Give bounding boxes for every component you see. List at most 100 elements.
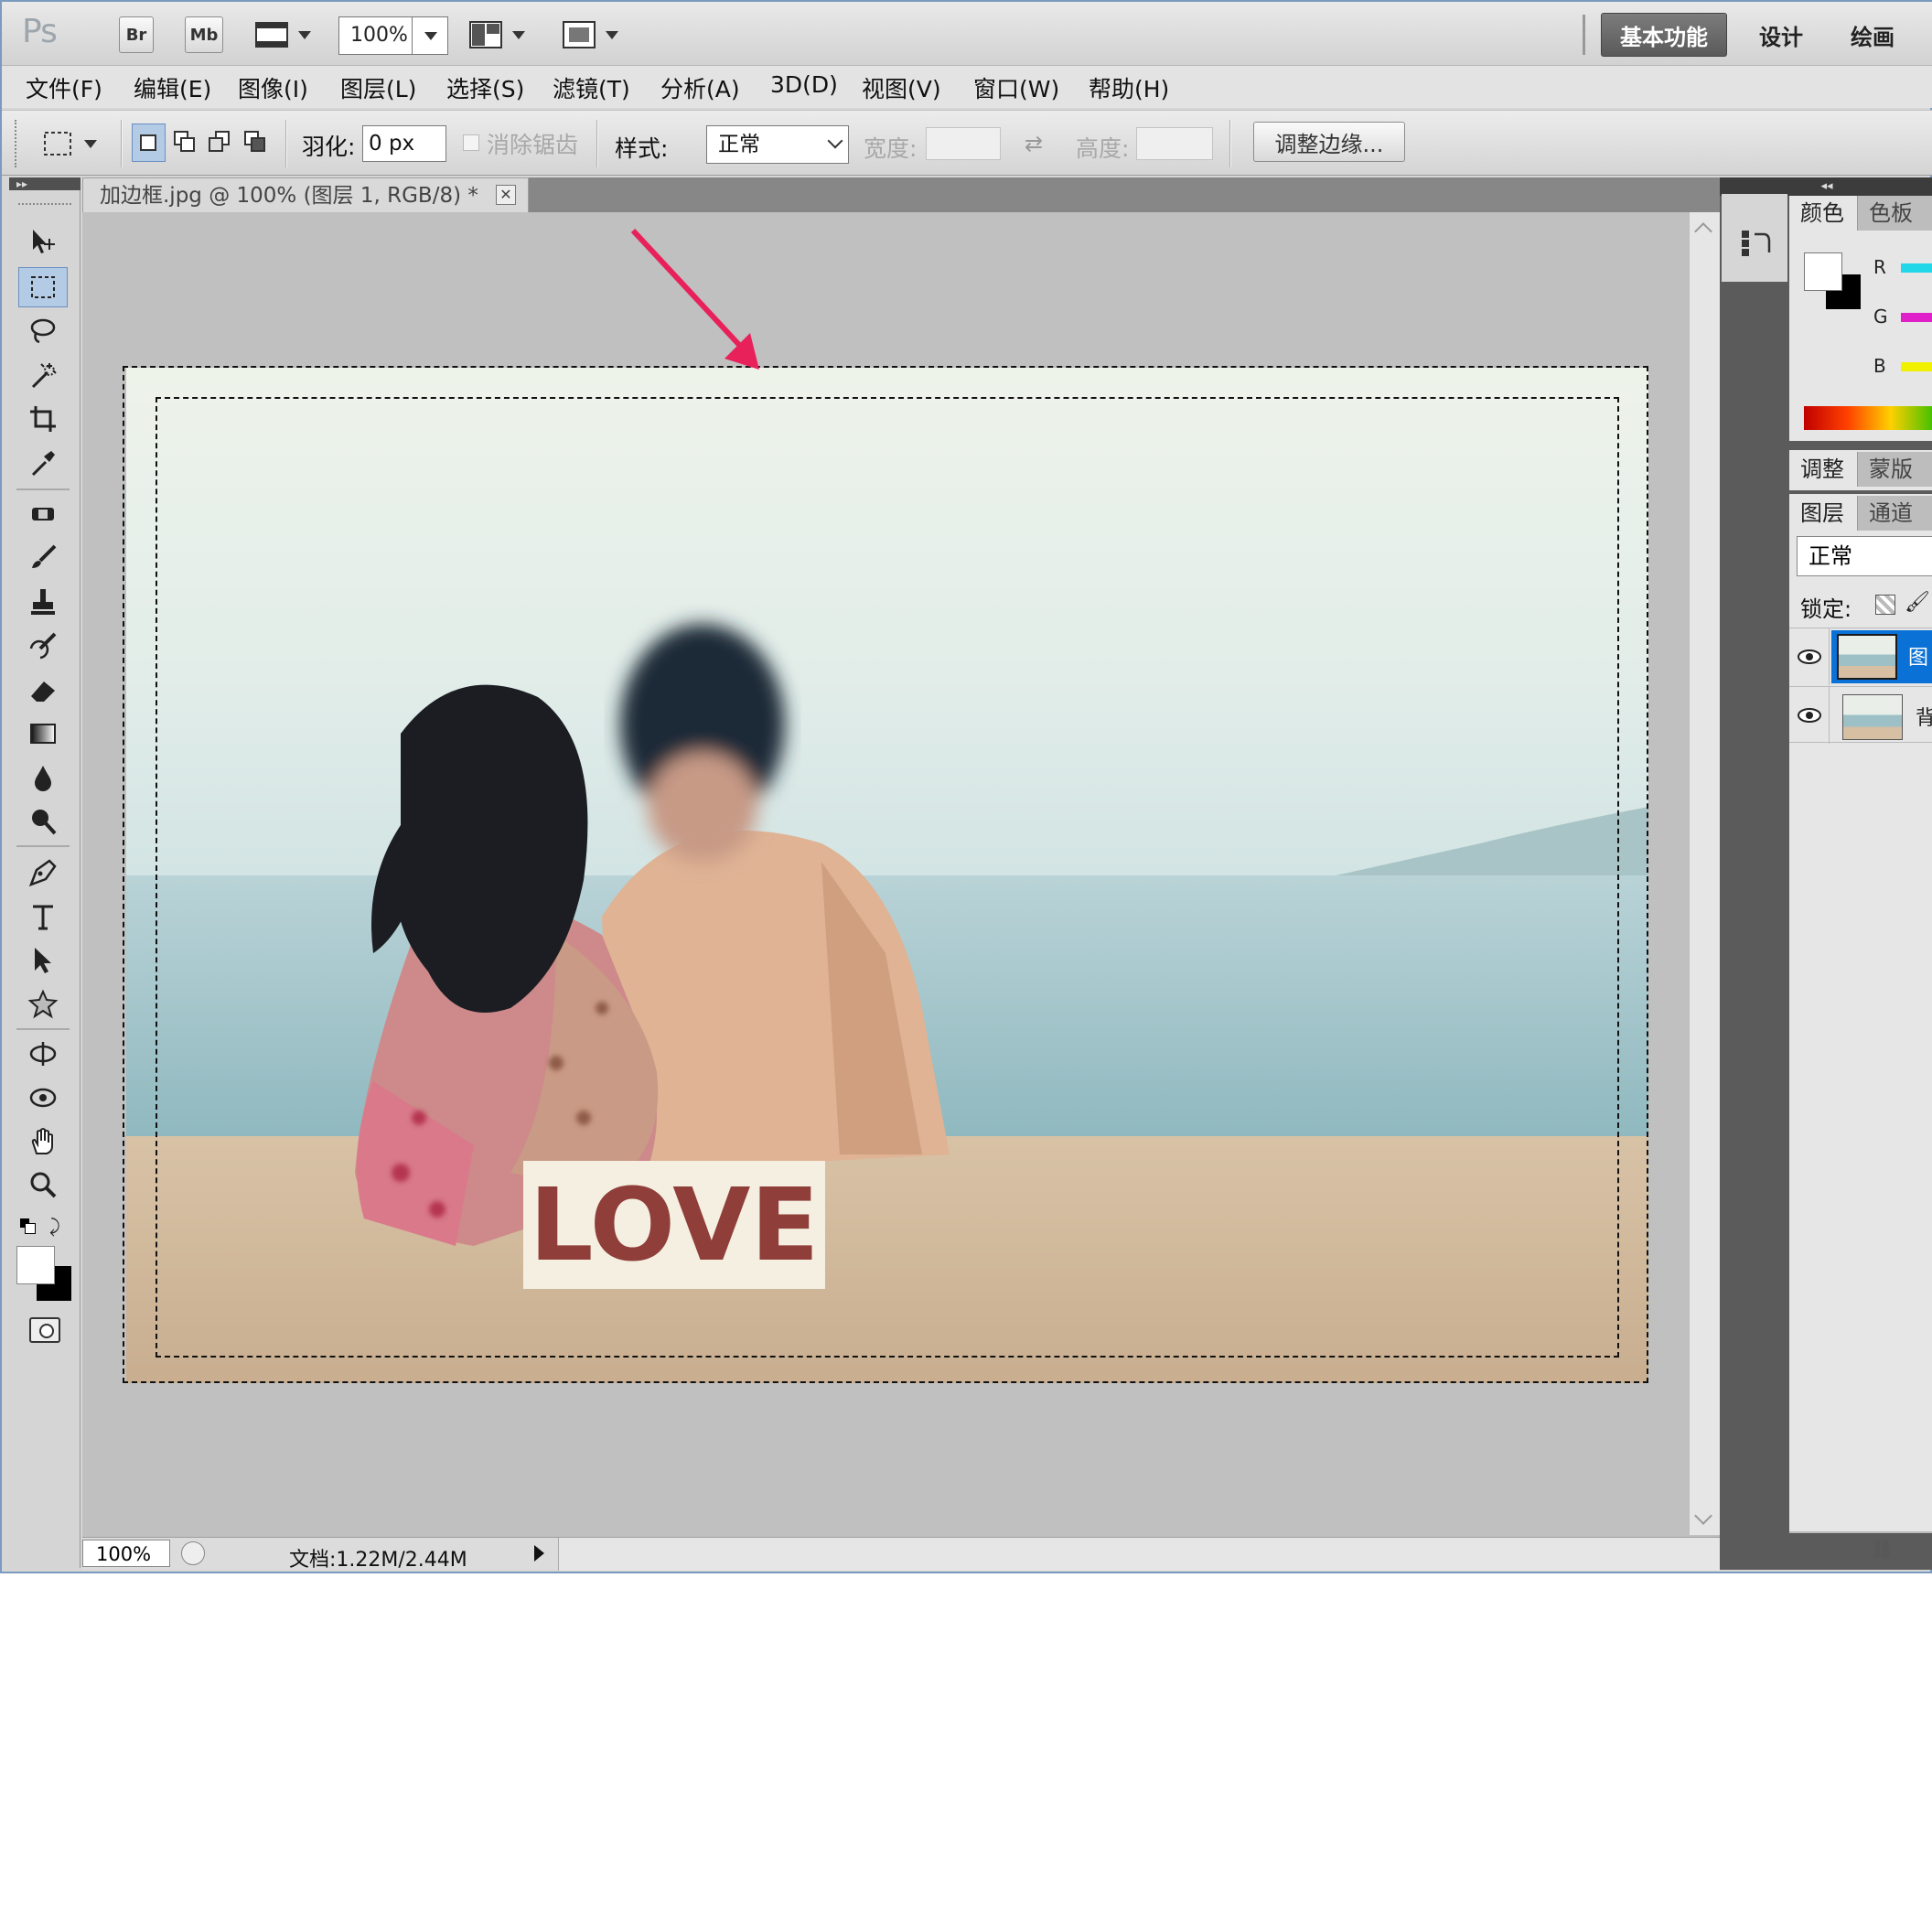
divider: [285, 120, 287, 167]
menu-layer[interactable]: 图层(L): [340, 71, 416, 104]
move-tool[interactable]: [18, 221, 68, 262]
green-slider[interactable]: [1901, 313, 1932, 322]
layer-row[interactable]: 背: [1789, 686, 1932, 744]
eraser-tool[interactable]: [18, 670, 68, 710]
menu-window[interactable]: 窗口(W): [973, 71, 1059, 104]
scroll-up-icon[interactable]: [1694, 222, 1712, 241]
workspace-essentials[interactable]: 基本功能: [1601, 13, 1727, 57]
history-icon[interactable]: [1740, 227, 1771, 258]
custom-shape-tool[interactable]: [18, 984, 68, 1025]
menu-view[interactable]: 视图(V): [862, 71, 941, 104]
close-icon[interactable]: ✕: [496, 185, 516, 205]
status-clock-icon[interactable]: [181, 1541, 205, 1565]
lasso-tool[interactable]: [18, 311, 68, 351]
arrange-documents-button[interactable]: [468, 16, 532, 53]
scroll-down-icon[interactable]: [1694, 1507, 1712, 1525]
path-selection-tool[interactable]: [18, 940, 68, 981]
antialias-checkbox[interactable]: [463, 134, 479, 151]
new-selection-button[interactable]: [132, 123, 166, 162]
tools-collapse-icon[interactable]: ▸▸: [9, 177, 80, 190]
view-extras-button[interactable]: [254, 16, 318, 53]
gradient-tool[interactable]: [18, 714, 68, 754]
refine-edge-button[interactable]: 调整边缘...: [1253, 122, 1405, 162]
layers-panel: 图层 通道 正常 锁定: 🖌 图 背 ⛓: [1789, 494, 1932, 1561]
history-brush-tool[interactable]: [18, 626, 68, 666]
workspace-design[interactable]: 设计: [1740, 13, 1822, 57]
tab-channels[interactable]: 通道: [1857, 496, 1932, 531]
blue-slider[interactable]: [1901, 362, 1932, 371]
screen-mode-button[interactable]: [562, 16, 626, 53]
drop-icon: [35, 766, 51, 791]
default-colors-icon[interactable]: [20, 1218, 36, 1234]
lock-transparency-icon[interactable]: [1875, 595, 1895, 615]
workspace-painting[interactable]: 绘画: [1831, 13, 1914, 57]
menu-image[interactable]: 图像(I): [238, 71, 308, 104]
green-label: G: [1873, 306, 1888, 327]
menu-filter[interactable]: 滤镜(T): [553, 71, 630, 104]
screen-mode-icon: [563, 21, 596, 48]
clone-stamp-tool[interactable]: [18, 582, 68, 622]
divider: [1229, 120, 1231, 167]
foreground-color-swatch[interactable]: [16, 1246, 55, 1284]
bridge-button[interactable]: Br: [119, 16, 154, 53]
tab-adjustments[interactable]: 调整: [1789, 452, 1857, 487]
status-zoom-field[interactable]: 100%: [82, 1540, 170, 1567]
style-select[interactable]: 正常: [706, 125, 849, 164]
document-tab[interactable]: 加边框.jpg @ 100% (图层 1, RGB/8) *: [82, 177, 529, 212]
vertical-scrollbar[interactable]: [1689, 212, 1720, 1535]
brush-tool[interactable]: [18, 538, 68, 578]
tab-layers[interactable]: 图层: [1789, 496, 1857, 531]
chevron-down-icon: [84, 139, 97, 148]
horizontal-scrollbar[interactable]: [558, 1538, 1720, 1571]
menu-3d[interactable]: 3D(D): [770, 71, 838, 98]
swap-colors-icon[interactable]: ⤸: [49, 1215, 60, 1237]
new-selection-icon: [140, 134, 157, 151]
add-selection-button[interactable]: [169, 123, 201, 160]
divider: [16, 1028, 70, 1030]
healing-brush-tool[interactable]: [18, 494, 68, 534]
quick-selection-tool[interactable]: [18, 355, 68, 395]
menu-help[interactable]: 帮助(H): [1089, 71, 1169, 104]
feather-input[interactable]: 0 px: [362, 125, 446, 162]
subtract-selection-button[interactable]: [204, 123, 236, 160]
menu-file[interactable]: 文件(F): [26, 71, 102, 104]
visibility-eye-icon[interactable]: [1789, 628, 1830, 685]
layer-row[interactable]: 图: [1789, 628, 1932, 685]
tab-color[interactable]: 颜色: [1789, 196, 1857, 231]
quick-mask-button[interactable]: [29, 1317, 60, 1343]
swap-icon[interactable]: ⇄: [1025, 131, 1043, 156]
tool-preset-picker[interactable]: [42, 123, 112, 164]
link-layers-icon[interactable]: ⛓: [1870, 1539, 1893, 1561]
height-input[interactable]: [1136, 127, 1213, 160]
color-fg-swatch[interactable]: [1804, 252, 1842, 291]
type-tool[interactable]: [18, 896, 68, 937]
status-menu-arrow-icon[interactable]: [534, 1541, 553, 1565]
menu-select[interactable]: 选择(S): [446, 71, 524, 104]
lock-pixels-brush-icon[interactable]: 🖌: [1905, 591, 1930, 614]
eyedropper-tool[interactable]: [18, 443, 68, 483]
blur-tool[interactable]: [18, 757, 68, 798]
rect-marquee-tool[interactable]: [18, 267, 68, 307]
menu-analysis[interactable]: 分析(A): [660, 71, 740, 104]
minibridge-button[interactable]: Mb: [185, 16, 223, 53]
width-input[interactable]: [926, 127, 1001, 160]
red-slider[interactable]: [1901, 263, 1932, 273]
dock-collapse-icon[interactable]: ◂◂: [1720, 177, 1932, 196]
zoom-dropdown[interactable]: [412, 16, 448, 55]
zoom-tool[interactable]: [18, 1165, 68, 1206]
pen-tool[interactable]: [18, 853, 68, 893]
tab-masks[interactable]: 蒙版: [1857, 452, 1932, 487]
3d-rotate-tool[interactable]: [18, 1034, 68, 1074]
menu-bar: 文件(F) 编辑(E) 图像(I) 图层(L) 选择(S) 滤镜(T) 分析(A…: [2, 66, 1932, 108]
tab-swatches[interactable]: 色板: [1857, 196, 1932, 231]
feather-label: 羽化:: [302, 134, 356, 160]
crop-tool[interactable]: [18, 399, 68, 439]
hand-tool[interactable]: [18, 1122, 68, 1162]
color-spectrum-bar[interactable]: [1804, 406, 1932, 430]
intersect-selection-button[interactable]: [240, 123, 272, 160]
3d-orbit-tool[interactable]: [18, 1078, 68, 1118]
dodge-tool[interactable]: [18, 801, 68, 842]
visibility-eye-icon[interactable]: [1789, 687, 1830, 744]
blend-mode-select[interactable]: 正常: [1797, 536, 1932, 576]
menu-edit[interactable]: 编辑(E): [134, 71, 211, 104]
